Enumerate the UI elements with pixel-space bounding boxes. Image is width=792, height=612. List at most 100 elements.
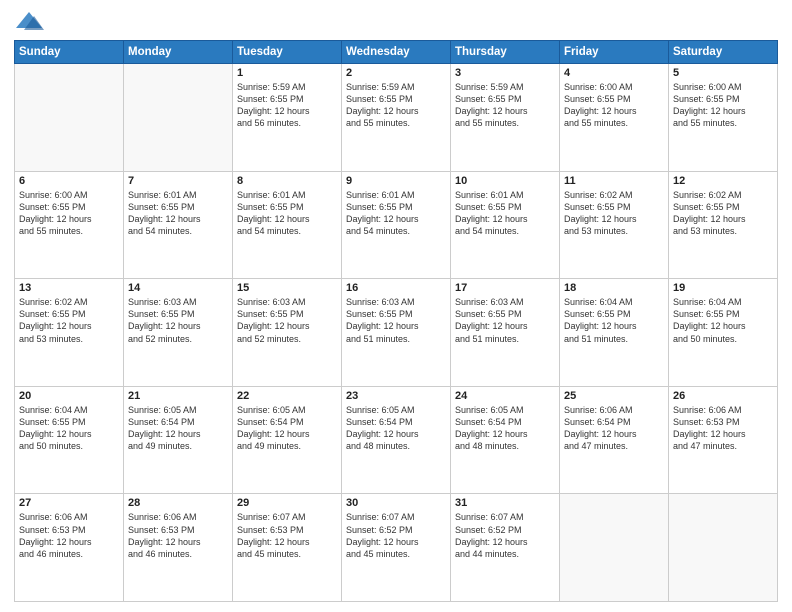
cell-detail: Sunrise: 6:06 AM Sunset: 6:53 PM Dayligh… <box>128 511 228 560</box>
weekday-wednesday: Wednesday <box>342 41 451 64</box>
cell-detail: Sunrise: 6:02 AM Sunset: 6:55 PM Dayligh… <box>673 189 773 238</box>
cell-detail: Sunrise: 6:00 AM Sunset: 6:55 PM Dayligh… <box>564 81 664 130</box>
week-row-1: 1 Sunrise: 5:59 AM Sunset: 6:55 PM Daylig… <box>15 64 778 172</box>
day-number: 21 <box>128 390 228 402</box>
day-number: 26 <box>673 390 773 402</box>
cell-detail: Sunrise: 6:01 AM Sunset: 6:55 PM Dayligh… <box>346 189 446 238</box>
cell-detail: Sunrise: 6:06 AM Sunset: 6:53 PM Dayligh… <box>673 404 773 453</box>
day-number: 27 <box>19 497 119 509</box>
cell-detail: Sunrise: 6:00 AM Sunset: 6:55 PM Dayligh… <box>19 189 119 238</box>
cell-detail: Sunrise: 6:07 AM Sunset: 6:52 PM Dayligh… <box>455 511 555 560</box>
day-number: 6 <box>19 175 119 187</box>
calendar-cell: 7 Sunrise: 6:01 AM Sunset: 6:55 PM Daylig… <box>124 171 233 279</box>
week-row-4: 20 Sunrise: 6:04 AM Sunset: 6:55 PM Dayli… <box>15 386 778 494</box>
calendar-cell: 23 Sunrise: 6:05 AM Sunset: 6:54 PM Dayli… <box>342 386 451 494</box>
calendar-cell: 22 Sunrise: 6:05 AM Sunset: 6:54 PM Dayli… <box>233 386 342 494</box>
calendar-cell: 26 Sunrise: 6:06 AM Sunset: 6:53 PM Dayli… <box>669 386 778 494</box>
day-number: 11 <box>564 175 664 187</box>
day-number: 14 <box>128 282 228 294</box>
day-number: 24 <box>455 390 555 402</box>
calendar-cell: 6 Sunrise: 6:00 AM Sunset: 6:55 PM Daylig… <box>15 171 124 279</box>
day-number: 30 <box>346 497 446 509</box>
calendar-cell: 9 Sunrise: 6:01 AM Sunset: 6:55 PM Daylig… <box>342 171 451 279</box>
weekday-friday: Friday <box>560 41 669 64</box>
calendar-cell: 15 Sunrise: 6:03 AM Sunset: 6:55 PM Dayli… <box>233 279 342 387</box>
cell-detail: Sunrise: 5:59 AM Sunset: 6:55 PM Dayligh… <box>237 81 337 130</box>
day-number: 9 <box>346 175 446 187</box>
day-number: 31 <box>455 497 555 509</box>
day-number: 23 <box>346 390 446 402</box>
cell-detail: Sunrise: 6:03 AM Sunset: 6:55 PM Dayligh… <box>237 296 337 345</box>
page: SundayMondayTuesdayWednesdayThursdayFrid… <box>0 0 792 612</box>
day-number: 4 <box>564 67 664 79</box>
day-number: 10 <box>455 175 555 187</box>
weekday-thursday: Thursday <box>451 41 560 64</box>
calendar-cell: 24Sunrise: 6:05 AM Sunset: 6:54 PM Dayli… <box>451 386 560 494</box>
calendar-cell: 20 Sunrise: 6:04 AM Sunset: 6:55 PM Dayli… <box>15 386 124 494</box>
calendar-cell: 1 Sunrise: 5:59 AM Sunset: 6:55 PM Daylig… <box>233 64 342 172</box>
calendar-cell: 13 Sunrise: 6:02 AM Sunset: 6:55 PM Dayli… <box>15 279 124 387</box>
cell-detail: Sunrise: 6:02 AM Sunset: 6:55 PM Dayligh… <box>19 296 119 345</box>
weekday-monday: Monday <box>124 41 233 64</box>
day-number: 29 <box>237 497 337 509</box>
calendar-cell: 27Sunrise: 6:06 AM Sunset: 6:53 PM Dayli… <box>15 494 124 602</box>
calendar-cell: 31 Sunrise: 6:07 AM Sunset: 6:52 PM Dayli… <box>451 494 560 602</box>
cell-detail: Sunrise: 6:05 AM Sunset: 6:54 PM Dayligh… <box>346 404 446 453</box>
day-number: 16 <box>346 282 446 294</box>
calendar-cell: 29 Sunrise: 6:07 AM Sunset: 6:53 PM Dayli… <box>233 494 342 602</box>
calendar-table: SundayMondayTuesdayWednesdayThursdayFrid… <box>14 40 778 602</box>
calendar-cell: 8 Sunrise: 6:01 AM Sunset: 6:55 PM Daylig… <box>233 171 342 279</box>
day-number: 7 <box>128 175 228 187</box>
cell-detail: Sunrise: 6:04 AM Sunset: 6:55 PM Dayligh… <box>564 296 664 345</box>
calendar-cell <box>124 64 233 172</box>
day-number: 8 <box>237 175 337 187</box>
cell-detail: Sunrise: 6:05 AM Sunset: 6:54 PM Dayligh… <box>237 404 337 453</box>
day-number: 22 <box>237 390 337 402</box>
week-row-3: 13 Sunrise: 6:02 AM Sunset: 6:55 PM Dayli… <box>15 279 778 387</box>
cell-detail: Sunrise: 6:03 AM Sunset: 6:55 PM Dayligh… <box>455 296 555 345</box>
cell-detail: Sunrise: 6:07 AM Sunset: 6:52 PM Dayligh… <box>346 511 446 560</box>
calendar-cell: 16 Sunrise: 6:03 AM Sunset: 6:55 PM Dayli… <box>342 279 451 387</box>
calendar-cell: 11 Sunrise: 6:02 AM Sunset: 6:55 PM Dayli… <box>560 171 669 279</box>
day-number: 12 <box>673 175 773 187</box>
calendar-cell: 10 Sunrise: 6:01 AM Sunset: 6:55 PM Dayli… <box>451 171 560 279</box>
weekday-header-row: SundayMondayTuesdayWednesdayThursdayFrid… <box>15 41 778 64</box>
cell-detail: Sunrise: 6:01 AM Sunset: 6:55 PM Dayligh… <box>128 189 228 238</box>
day-number: 15 <box>237 282 337 294</box>
cell-detail: Sunrise: 6:03 AM Sunset: 6:55 PM Dayligh… <box>128 296 228 345</box>
day-number: 19 <box>673 282 773 294</box>
cell-detail: Sunrise: 6:00 AM Sunset: 6:55 PM Dayligh… <box>673 81 773 130</box>
day-number: 20 <box>19 390 119 402</box>
weekday-sunday: Sunday <box>15 41 124 64</box>
day-number: 1 <box>237 67 337 79</box>
day-number: 25 <box>564 390 664 402</box>
cell-detail: Sunrise: 6:05 AM Sunset: 6:54 PM Dayligh… <box>128 404 228 453</box>
calendar-cell: 18 Sunrise: 6:04 AM Sunset: 6:55 PM Dayli… <box>560 279 669 387</box>
day-number: 2 <box>346 67 446 79</box>
calendar-cell: 21 Sunrise: 6:05 AM Sunset: 6:54 PM Dayli… <box>124 386 233 494</box>
cell-detail: Sunrise: 6:02 AM Sunset: 6:55 PM Dayligh… <box>564 189 664 238</box>
calendar-header: SundayMondayTuesdayWednesdayThursdayFrid… <box>15 41 778 64</box>
cell-detail: Sunrise: 6:04 AM Sunset: 6:55 PM Dayligh… <box>673 296 773 345</box>
cell-detail: Sunrise: 5:59 AM Sunset: 6:55 PM Dayligh… <box>346 81 446 130</box>
calendar-cell: 5 Sunrise: 6:00 AM Sunset: 6:55 PM Daylig… <box>669 64 778 172</box>
calendar-cell <box>15 64 124 172</box>
calendar-cell: 2 Sunrise: 5:59 AM Sunset: 6:55 PM Daylig… <box>342 64 451 172</box>
calendar-cell: 14 Sunrise: 6:03 AM Sunset: 6:55 PM Dayli… <box>124 279 233 387</box>
calendar-cell <box>669 494 778 602</box>
day-number: 18 <box>564 282 664 294</box>
cell-detail: Sunrise: 6:01 AM Sunset: 6:55 PM Dayligh… <box>237 189 337 238</box>
cell-detail: Sunrise: 6:04 AM Sunset: 6:55 PM Dayligh… <box>19 404 119 453</box>
day-number: 13 <box>19 282 119 294</box>
calendar-cell: 19 Sunrise: 6:04 AM Sunset: 6:55 PM Dayli… <box>669 279 778 387</box>
day-number: 5 <box>673 67 773 79</box>
calendar-cell: 4 Sunrise: 6:00 AM Sunset: 6:55 PM Daylig… <box>560 64 669 172</box>
cell-detail: Sunrise: 6:03 AM Sunset: 6:55 PM Dayligh… <box>346 296 446 345</box>
calendar-cell: 17 Sunrise: 6:03 AM Sunset: 6:55 PM Dayli… <box>451 279 560 387</box>
day-number: 17 <box>455 282 555 294</box>
cell-detail: Sunrise: 6:07 AM Sunset: 6:53 PM Dayligh… <box>237 511 337 560</box>
calendar-cell: 3Sunrise: 5:59 AM Sunset: 6:55 PM Daylig… <box>451 64 560 172</box>
calendar-body: 1 Sunrise: 5:59 AM Sunset: 6:55 PM Daylig… <box>15 64 778 602</box>
cell-detail: Sunrise: 6:01 AM Sunset: 6:55 PM Dayligh… <box>455 189 555 238</box>
logo <box>14 10 48 34</box>
